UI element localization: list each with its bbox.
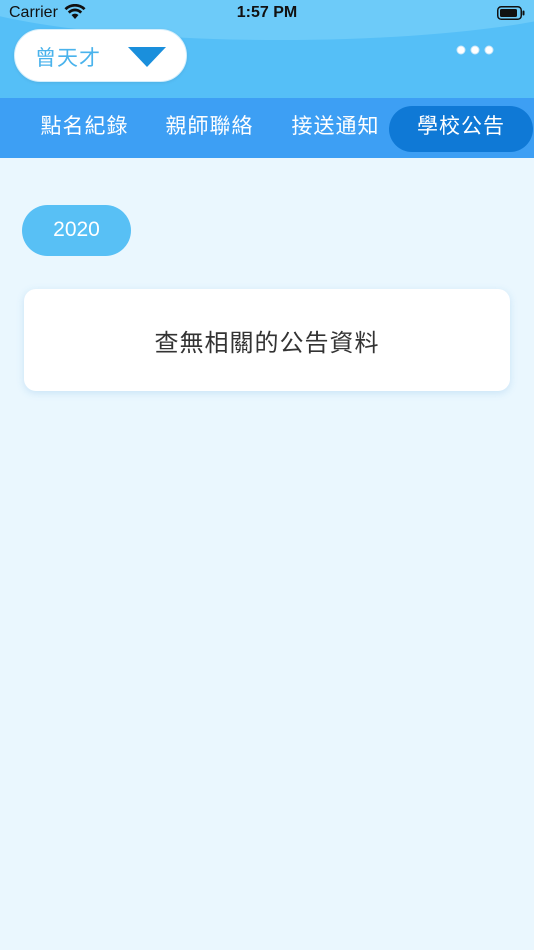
tab-pickup-notice[interactable]: 接送通知 <box>277 98 394 158</box>
tab-parent-teacher-contact[interactable]: 親師聯絡 <box>151 98 268 158</box>
student-selector[interactable]: 曾天才 <box>14 29 187 82</box>
empty-state-card: 查無相關的公告資料 <box>24 289 510 391</box>
status-bar: Carrier 1:57 PM <box>0 0 534 28</box>
student-name: 曾天才 <box>35 46 101 70</box>
ellipsis-icon[interactable] <box>456 44 494 56</box>
year-filter-chip[interactable]: 2020 <box>22 205 131 256</box>
screen: Carrier 1:57 PM 曾天才 點名紀錄 親師聯絡 接送通知 學校公告 … <box>0 0 534 950</box>
empty-state-message: 查無相關的公告資料 <box>154 329 380 357</box>
battery-icon <box>497 6 525 20</box>
tab-attendance[interactable]: 點名紀錄 <box>26 98 143 158</box>
status-time: 1:57 PM <box>236 4 298 21</box>
tab-school-announcements[interactable]: 學校公告 <box>389 106 533 152</box>
header: Carrier 1:57 PM 曾天才 <box>0 0 534 98</box>
tab-bar: 點名紀錄 親師聯絡 接送通知 學校公告 <box>0 98 534 158</box>
triangle-down-icon <box>128 47 166 67</box>
